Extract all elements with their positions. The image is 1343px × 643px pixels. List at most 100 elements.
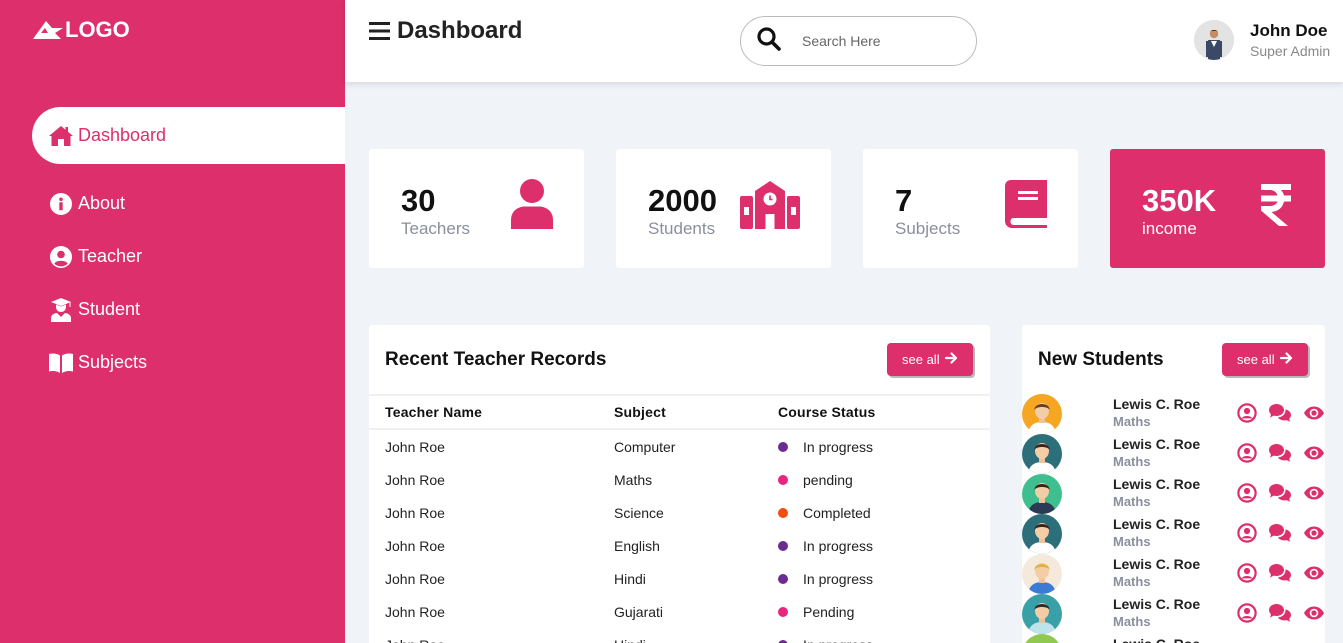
eye-icon[interactable]	[1303, 445, 1325, 461]
table-header: Teacher Name Subject Course Status	[369, 394, 990, 430]
stat-card-subjects[interactable]: 7 Subjects	[863, 149, 1078, 268]
table-row[interactable]: John Roe Maths pending	[369, 463, 990, 496]
table-row[interactable]: John Roe Hindi In progress	[369, 628, 990, 643]
stat-card-income[interactable]: 350K income	[1110, 149, 1325, 268]
chat-icon[interactable]	[1268, 403, 1292, 423]
profile-icon[interactable]	[1237, 523, 1257, 543]
teacher-name-cell: John Roe	[385, 637, 445, 643]
profile-icon[interactable]	[1237, 483, 1257, 503]
profile-icon[interactable]	[1237, 563, 1257, 583]
user-icon	[510, 179, 554, 234]
teacher-name-cell: John Roe	[385, 504, 445, 521]
chat-icon[interactable]	[1268, 443, 1292, 463]
stat-card-students[interactable]: 2000 Students	[616, 149, 831, 268]
eye-icon[interactable]	[1303, 605, 1325, 621]
column-header-teacher-name[interactable]: Teacher Name	[385, 404, 482, 420]
status-cell: In progress	[778, 538, 873, 554]
column-header-subject[interactable]: Subject	[614, 404, 666, 420]
table-row[interactable]: John Roe Gujarati Pending	[369, 595, 990, 628]
list-item[interactable]: Lewis C. RoeMaths	[1022, 593, 1343, 634]
panel-title: New Students	[1038, 349, 1164, 370]
list-item[interactable]: Lewis C. RoeMaths	[1022, 433, 1343, 474]
stat-value: 350K	[1142, 183, 1217, 218]
avatar[interactable]	[1022, 394, 1062, 434]
sidebar-item-label: Student	[78, 299, 141, 319]
see-all-students-button[interactable]: see all	[1222, 343, 1308, 376]
list-item[interactable]: Lewis C. Roe Maths	[1022, 553, 1343, 594]
avatar[interactable]	[1022, 434, 1062, 474]
status-cell: Completed	[778, 505, 871, 521]
stat-value: 2000	[648, 183, 717, 218]
status-dot	[778, 639, 788, 643]
eye-icon[interactable]	[1303, 565, 1325, 581]
student-name: Lewis C. Roe	[1113, 436, 1201, 452]
avatar[interactable]	[1194, 20, 1234, 60]
sidebar-item-about[interactable]: About	[32, 177, 345, 230]
student-name: Lewis C. Roe	[1113, 636, 1200, 643]
stat-card-teachers[interactable]: 30 Teachers	[369, 149, 584, 268]
teacher-records-panel: Recent Teacher Records see all Teacher N…	[369, 325, 990, 643]
avatar[interactable]	[1022, 634, 1062, 643]
subject-cell: Gujarati	[614, 603, 664, 620]
see-all-teachers-button[interactable]: see all	[887, 343, 973, 376]
sidebar-item-label: About	[78, 193, 126, 213]
student-subject: Maths	[1113, 614, 1151, 629]
student-subject: Maths	[1113, 574, 1151, 589]
list-item[interactable]: Lewis C. RoeMaths	[1022, 513, 1343, 554]
sidebar-item-label: Subjects	[78, 352, 148, 372]
stat-label: income	[1142, 219, 1197, 238]
sidebar-item-student[interactable]: Student	[32, 283, 345, 336]
status-cell: In progress	[778, 637, 873, 643]
search-box[interactable]	[740, 16, 977, 66]
list-item[interactable]: Lewis C. RoeMaths	[1022, 633, 1343, 643]
status-cell: In progress	[778, 439, 873, 455]
menu-icon[interactable]	[369, 21, 391, 46]
stat-value: 30	[401, 183, 436, 218]
logo[interactable]: LOGO	[32, 17, 130, 43]
list-item[interactable]: Lewis C. RoeMaths	[1022, 473, 1343, 514]
table-row[interactable]: John Roe English In progress	[369, 529, 990, 562]
avatar[interactable]	[1022, 514, 1062, 554]
status-dot	[778, 441, 788, 452]
status-dot	[778, 507, 788, 518]
sidebar-item-teacher[interactable]: Teacher	[32, 230, 345, 283]
status-text: In progress	[803, 537, 874, 554]
eye-icon[interactable]	[1303, 485, 1325, 501]
search-icon[interactable]	[756, 26, 782, 57]
subject-cell: Science	[614, 504, 664, 521]
chat-icon[interactable]	[1268, 523, 1292, 543]
eye-icon[interactable]	[1303, 525, 1325, 541]
chat-icon[interactable]	[1268, 603, 1292, 623]
eye-icon[interactable]	[1303, 405, 1325, 421]
arrow-right-icon	[1279, 352, 1293, 367]
topbar: Dashboard John Doe Super Admin	[345, 0, 1343, 82]
chat-icon[interactable]	[1268, 563, 1292, 583]
profile-icon[interactable]	[1237, 403, 1257, 423]
avatar[interactable]	[1022, 594, 1062, 634]
search-input[interactable]	[802, 33, 942, 49]
avatar[interactable]	[1022, 474, 1062, 514]
subject-cell: Hindi	[614, 637, 646, 643]
student-name: Lewis C. Roe	[1113, 556, 1201, 572]
user-profile[interactable]: John Doe Super Admin	[1194, 20, 1330, 60]
sidebar-item-dashboard[interactable]: Dashboard	[32, 107, 345, 164]
stat-label: Subjects	[895, 219, 961, 238]
status-text: In progress	[803, 570, 874, 587]
rupee-icon	[1259, 182, 1293, 233]
subject-cell: Hindi	[614, 570, 646, 587]
status-dot	[778, 606, 788, 617]
button-label: see all	[1237, 352, 1275, 367]
sidebar-nav: Dashboard About Teacher Student Subjects	[32, 107, 345, 389]
logo-text: LOGO	[65, 17, 130, 42]
profile-icon[interactable]	[1237, 603, 1257, 623]
table-row[interactable]: John Roe Computer In progress	[369, 430, 990, 463]
chat-icon[interactable]	[1268, 483, 1292, 503]
avatar[interactable]	[1022, 554, 1062, 594]
list-item[interactable]: Lewis C. RoeMaths	[1022, 393, 1343, 434]
table-row[interactable]: John Roe Science Completed	[369, 496, 990, 529]
table-row[interactable]: John Roe Hindi In progress	[369, 562, 990, 595]
column-header-course-status[interactable]: Course Status	[778, 404, 876, 420]
status-text: In progress	[803, 438, 874, 455]
sidebar-item-subjects[interactable]: Subjects	[32, 336, 345, 389]
profile-icon[interactable]	[1237, 443, 1257, 463]
